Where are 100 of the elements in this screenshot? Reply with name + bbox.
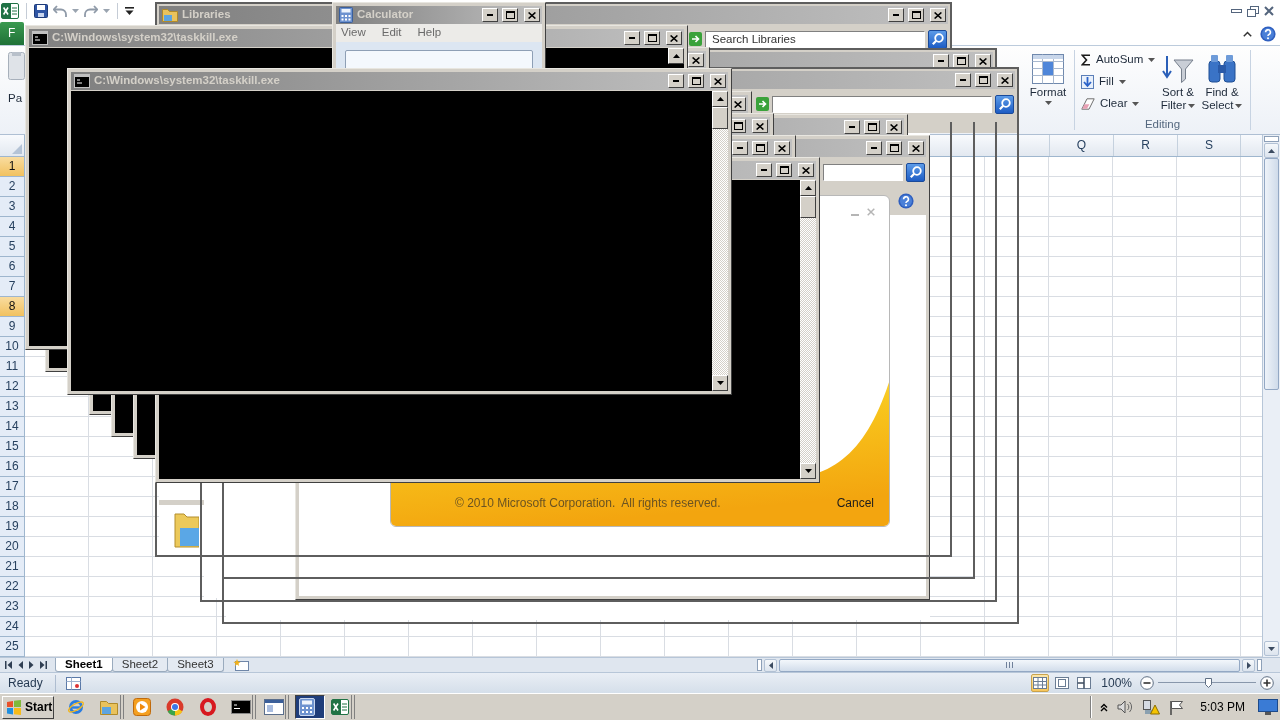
taskbar-button[interactable] [262, 695, 292, 719]
close-button[interactable] [752, 119, 768, 133]
row-header[interactable]: 10 [0, 337, 25, 357]
scroll-right-button[interactable] [1242, 658, 1255, 672]
row-header[interactable]: 6 [0, 257, 25, 277]
minimize-button[interactable] [844, 120, 860, 134]
sheet-tab[interactable]: Sheet2 [111, 658, 169, 672]
row-header[interactable]: 13 [0, 397, 25, 417]
scroll-down-button[interactable] [1264, 641, 1279, 656]
minimize-button[interactable] [624, 31, 640, 45]
search-button[interactable] [995, 94, 1014, 114]
find-select-button[interactable]: Find & Select [1199, 46, 1245, 115]
taskbar-button[interactable] [328, 695, 358, 719]
column-header[interactable]: R [1113, 135, 1177, 156]
chevron-up-icon[interactable] [1100, 702, 1109, 712]
menu-item[interactable]: View [341, 26, 366, 40]
close-button[interactable] [908, 141, 924, 155]
maximize-button[interactable] [908, 8, 924, 22]
help-icon[interactable] [1260, 25, 1276, 42]
cancel-button[interactable]: Cancel [836, 495, 874, 510]
row-header[interactable]: 19 [0, 517, 25, 537]
row-header[interactable]: 3 [0, 197, 25, 217]
redo-icon[interactable] [84, 5, 98, 17]
search-field[interactable] [772, 95, 992, 113]
close-button[interactable] [710, 74, 726, 88]
start-button[interactable]: Start [2, 695, 54, 719]
maximize-button[interactable] [502, 8, 518, 22]
go-arrow-icon[interactable] [756, 97, 769, 111]
row-header[interactable]: 20 [0, 537, 25, 557]
slider-thumb[interactable] [1205, 678, 1213, 688]
close-icon[interactable] [1264, 6, 1274, 16]
close-button[interactable] [774, 141, 790, 155]
close-button[interactable] [524, 8, 540, 22]
file-tab[interactable]: F [0, 22, 24, 45]
chevron-up-icon[interactable] [1243, 30, 1252, 37]
scroll-thumb[interactable] [1264, 158, 1279, 390]
row-header[interactable]: 17 [0, 477, 25, 497]
split-handle[interactable] [757, 659, 762, 671]
go-arrow-icon[interactable] [689, 32, 702, 46]
menu-item[interactable]: Help [417, 26, 442, 40]
sort-filter-button[interactable]: Sort & Filter [1157, 46, 1199, 115]
maximize-button[interactable] [752, 141, 768, 155]
taskbar-button[interactable] [295, 695, 325, 719]
scroll-left-button[interactable] [764, 658, 777, 672]
row-header[interactable]: 1 [0, 157, 25, 177]
close-button[interactable] [666, 31, 682, 45]
minimize-button[interactable] [756, 163, 772, 177]
close-button[interactable] [997, 73, 1013, 87]
zoom-out-icon[interactable] [1140, 676, 1154, 690]
search-button[interactable] [906, 162, 925, 182]
search-button[interactable] [928, 29, 947, 49]
search-field[interactable]: Search Libraries [705, 30, 925, 48]
clear-button[interactable]: Clear [1078, 93, 1157, 115]
minimize-button[interactable] [933, 54, 949, 68]
minimize-button[interactable] [888, 8, 904, 22]
scroll-up-button[interactable] [1264, 143, 1279, 158]
row-header[interactable]: 5 [0, 237, 25, 257]
sheet-tab[interactable]: Sheet1 [55, 658, 113, 672]
restore-icon[interactable] [1247, 5, 1259, 17]
row-header[interactable]: 2 [0, 177, 25, 197]
minimize-button[interactable] [732, 141, 748, 155]
minimize-button[interactable] [955, 73, 971, 87]
skip-end-icon[interactable] [40, 661, 47, 669]
skip-start-icon[interactable] [5, 661, 12, 669]
taskbar-button[interactable] [229, 695, 259, 719]
row-header[interactable]: 16 [0, 457, 25, 477]
format-button[interactable]: Format [1028, 46, 1068, 134]
sheet-tab[interactable]: Sheet3 [167, 658, 224, 672]
split-handle[interactable] [1257, 659, 1262, 671]
autosum-button[interactable]: AutoSum [1078, 49, 1157, 71]
row-header[interactable]: 14 [0, 417, 25, 437]
left-triangle-icon[interactable] [18, 661, 23, 669]
zoom-level[interactable]: 100% [1101, 675, 1132, 691]
maximize-button[interactable] [644, 31, 660, 45]
maximize-button[interactable] [886, 141, 902, 155]
column-header[interactable]: Q [1049, 135, 1113, 156]
maximize-button[interactable] [688, 74, 704, 88]
minimize-button[interactable] [866, 141, 882, 155]
close-button[interactable] [798, 163, 814, 177]
row-header[interactable]: 23 [0, 597, 25, 617]
row-header[interactable]: 8 [0, 297, 25, 317]
zoom-in-icon[interactable] [1260, 676, 1274, 690]
split-handle[interactable] [1264, 136, 1279, 142]
spreadsheet-icon[interactable] [1, 3, 19, 19]
flag-icon[interactable] [1169, 699, 1186, 715]
view-button[interactable] [1075, 674, 1094, 692]
maximize-button[interactable] [975, 73, 991, 87]
menu-item[interactable]: Edit [381, 26, 402, 40]
speaker-icon[interactable] [1117, 700, 1134, 714]
minimize-icon[interactable] [1231, 9, 1242, 13]
row-header[interactable]: 22 [0, 577, 25, 597]
minimize-button[interactable] [668, 74, 684, 88]
row-header[interactable]: 9 [0, 317, 25, 337]
paste-button[interactable]: Pa [0, 46, 25, 134]
view-button[interactable] [1031, 674, 1050, 692]
spreadsheet-record-icon[interactable] [65, 676, 81, 690]
maximize-button[interactable] [864, 120, 880, 134]
row-header[interactable]: 24 [0, 617, 25, 637]
right-triangle-icon[interactable] [29, 661, 34, 669]
row-header[interactable]: 18 [0, 497, 25, 517]
